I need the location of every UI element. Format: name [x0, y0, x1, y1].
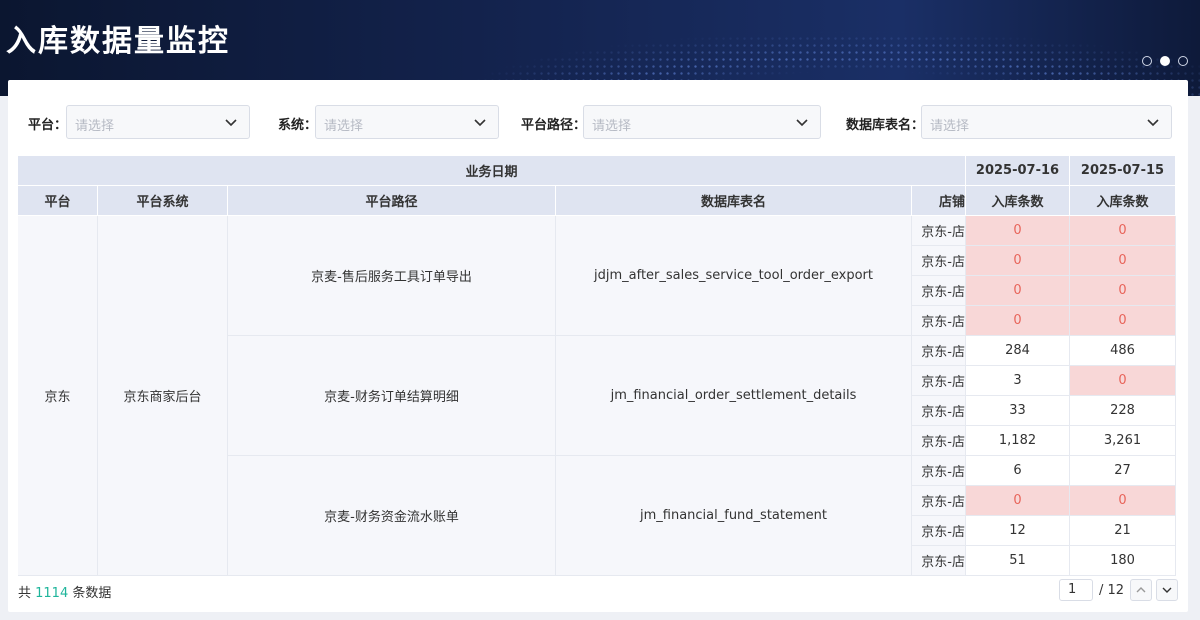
shop-cell: 京东-店	[912, 276, 966, 306]
col-header-table-name: 数据库表名	[556, 186, 912, 216]
shop-cell: 京东-店	[912, 306, 966, 336]
chevron-up-icon	[1136, 587, 1146, 593]
filter-label-system: 系统：	[278, 118, 318, 133]
select-placeholder: 请选择	[75, 119, 115, 134]
col-header-shop: 店铺	[912, 186, 966, 216]
count-cell: 0	[966, 306, 1070, 336]
platform-cell: 京东	[18, 216, 98, 576]
shop-cell: 京东-店	[912, 486, 966, 516]
select-placeholder: 请选择	[324, 119, 364, 134]
carousel-dot[interactable]	[1178, 56, 1188, 66]
page-total: / 12	[1098, 582, 1124, 598]
count-cell: 0	[1070, 276, 1176, 306]
path-cell: 京麦-财务资金流水账单	[228, 456, 556, 576]
filter-label-table-name: 数据库表名：	[846, 118, 925, 133]
table-name-cell: jm_financial_order_settlement_details	[556, 336, 912, 456]
main-panel: 平台： 请选择 系统： 请选择 平台路径： 请选择 数据库表名： 请选择 业务日…	[8, 80, 1188, 612]
chevron-down-icon	[1147, 119, 1159, 127]
shop-cell: 京东-店	[912, 336, 966, 366]
count-cell: 0	[1070, 486, 1176, 516]
path-cell: 京麦-财务订单结算明细	[228, 336, 556, 456]
count-cell: 0	[1070, 306, 1176, 336]
shop-cell: 京东-店	[912, 456, 966, 486]
filter-label-platform: 平台：	[28, 118, 68, 133]
chevron-down-icon	[796, 119, 808, 127]
count-cell: 0	[966, 246, 1070, 276]
count-cell: 3,261	[1070, 426, 1176, 456]
total-prefix: 共	[18, 586, 36, 601]
date-header-1: 2025-07-16	[966, 156, 1070, 186]
table-name-cell: jdjm_after_sales_service_tool_order_expo…	[556, 216, 912, 336]
shop-cell: 京东-店	[912, 246, 966, 276]
page-title: 入库数据量监控	[6, 24, 230, 59]
system-cell: 京东商家后台	[98, 216, 228, 576]
count-cell: 0	[1070, 246, 1176, 276]
carousel-dot[interactable]	[1142, 56, 1152, 66]
shop-cell: 京东-店	[912, 426, 966, 456]
count-cell: 486	[1070, 336, 1176, 366]
col-header-platform: 平台	[18, 186, 98, 216]
count-cell: 0	[966, 486, 1070, 516]
chevron-down-icon	[474, 119, 486, 127]
pagination: 1 / 12	[1058, 578, 1178, 602]
count-cell: 51	[966, 546, 1070, 576]
shop-cell: 京东-店	[912, 216, 966, 246]
count-cell: 0	[1070, 366, 1176, 396]
system-select[interactable]: 请选择	[315, 105, 499, 139]
path-cell: 京麦-售后服务工具订单导出	[228, 216, 556, 336]
shop-cell: 京东-店	[912, 396, 966, 426]
path-select[interactable]: 请选择	[583, 105, 821, 139]
subheader-count-2: 入库条数	[1070, 186, 1176, 216]
count-cell: 0	[966, 276, 1070, 306]
filter-bar: 平台： 请选择 系统： 请选择 平台路径： 请选择 数据库表名： 请选择	[8, 104, 1188, 140]
filter-label-path: 平台路径：	[521, 118, 587, 133]
carousel-indicators	[1142, 56, 1188, 66]
count-cell: 1,182	[966, 426, 1070, 456]
count-cell: 12	[966, 516, 1070, 546]
table-name-select[interactable]: 请选择	[921, 105, 1172, 139]
count-cell: 27	[1070, 456, 1176, 486]
count-cell: 33	[966, 396, 1070, 426]
platform-select[interactable]: 请选择	[66, 105, 250, 139]
count-cell: 0	[1070, 216, 1176, 246]
select-placeholder: 请选择	[592, 119, 632, 134]
total-number: 1114	[35, 586, 69, 601]
count-cell: 180	[1070, 546, 1176, 576]
date-header-2: 2025-07-15	[1070, 156, 1176, 186]
count-cell: 3	[966, 366, 1070, 396]
count-cell: 284	[966, 336, 1070, 366]
count-cell: 228	[1070, 396, 1176, 426]
shop-cell: 京东-店	[912, 546, 966, 576]
col-header-system: 平台系统	[98, 186, 228, 216]
count-cell: 0	[966, 216, 1070, 246]
count-cell: 21	[1070, 516, 1176, 546]
page-down-button[interactable]	[1156, 579, 1178, 601]
chevron-down-icon	[1162, 587, 1172, 593]
col-header-path: 平台路径	[228, 186, 556, 216]
chevron-down-icon	[225, 119, 237, 127]
shop-cell: 京东-店	[912, 366, 966, 396]
subheader-count-1: 入库条数	[966, 186, 1070, 216]
select-placeholder: 请选择	[930, 119, 970, 134]
total-count: 共 1114 条数据	[18, 582, 111, 601]
shop-cell: 京东-店	[912, 516, 966, 546]
total-suffix: 条数据	[68, 586, 112, 601]
table-name-cell: jm_financial_fund_statement	[556, 456, 912, 576]
count-cell: 6	[966, 456, 1070, 486]
carousel-dot-active[interactable]	[1160, 56, 1170, 66]
data-table: 业务日期 2025-07-16 2025-07-15 平台 平台系统 平台路径 …	[18, 156, 1176, 576]
page-up-button[interactable]	[1130, 579, 1152, 601]
page-number-input[interactable]: 1	[1058, 579, 1093, 601]
group-header-business-date: 业务日期	[18, 156, 966, 186]
